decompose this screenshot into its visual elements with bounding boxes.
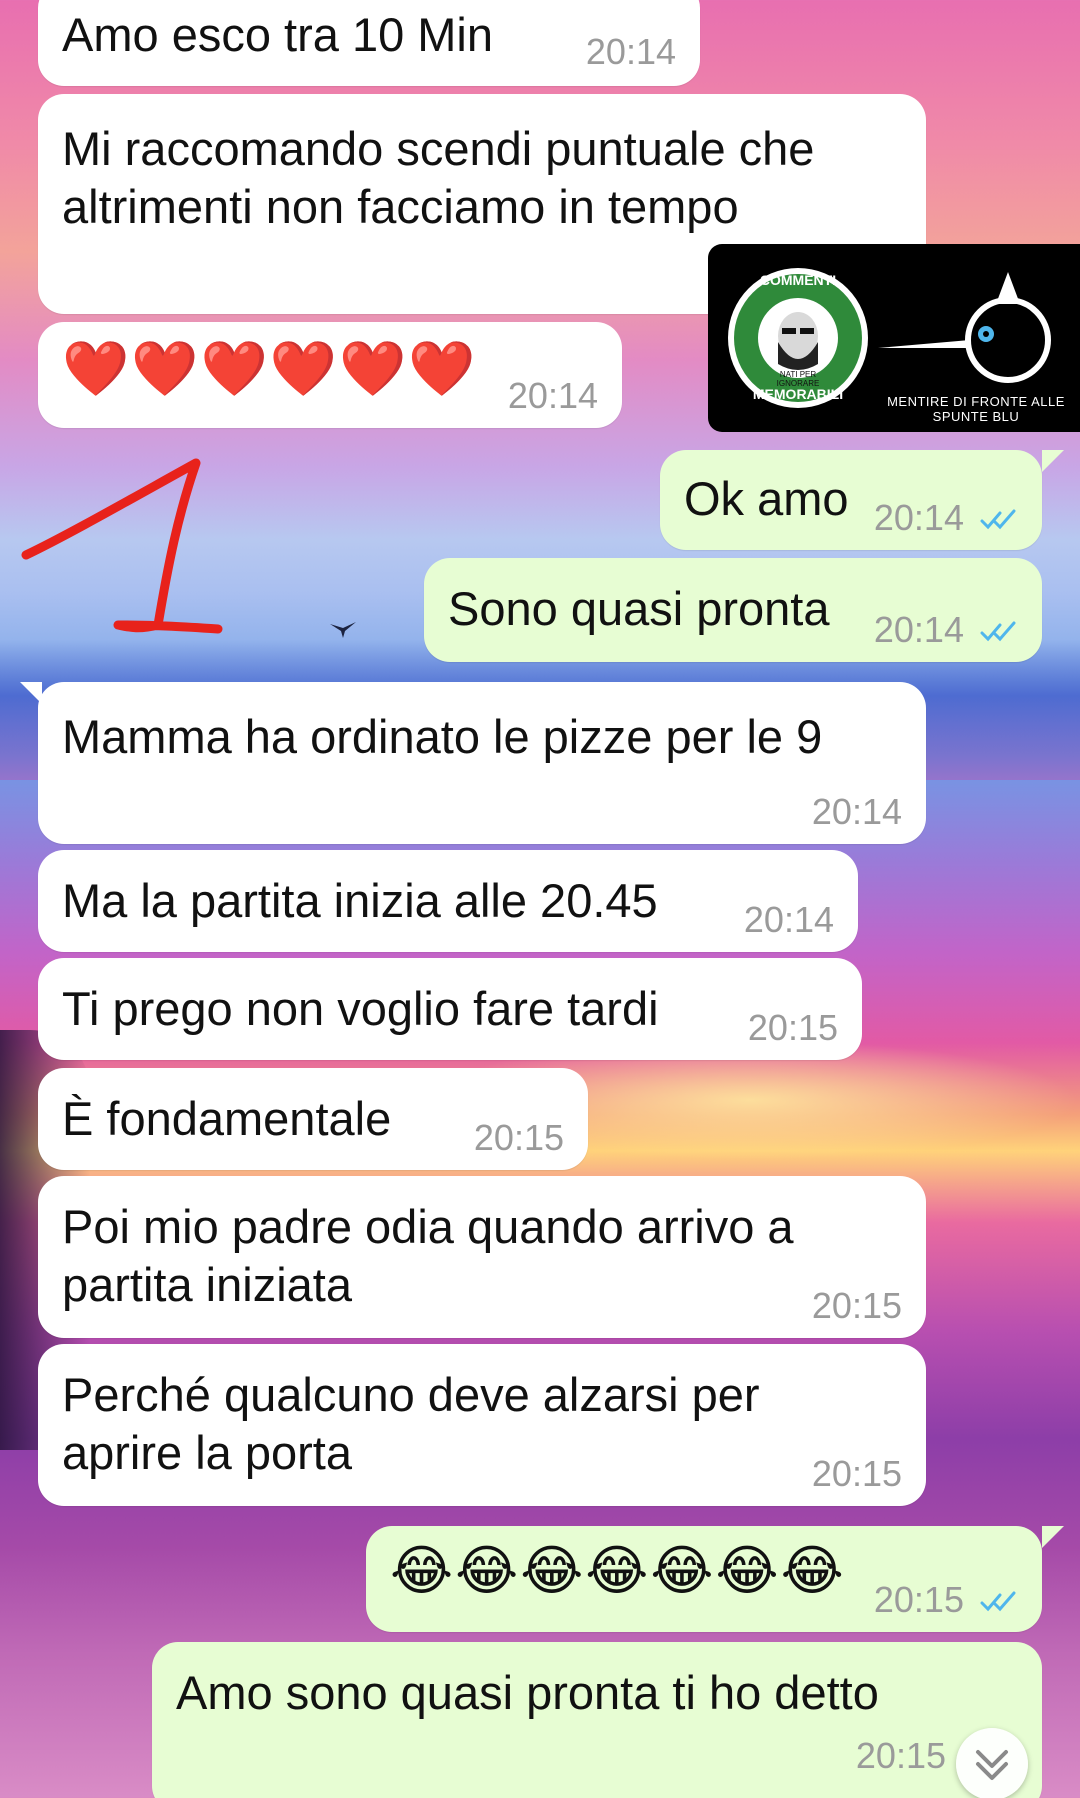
- message-time-status: 20:15: [874, 1580, 1020, 1620]
- message-text-line: partita iniziata: [62, 1258, 352, 1311]
- message-time: 20:14: [585, 31, 676, 72]
- message-text: Ti prego non voglio fare tardi: [62, 982, 659, 1035]
- message-text: Amo esco tra 10 Min: [62, 8, 494, 61]
- message-text-line: Poi mio padre odia quando arrivo a: [62, 1200, 794, 1253]
- message-bubble-outgoing[interactable]: Sono quasi pronta 20:14: [424, 558, 1042, 662]
- chevron-double-down-icon: [976, 1750, 1008, 1780]
- double-check-icon: [980, 621, 1016, 642]
- message-time: 20:15: [473, 1117, 564, 1158]
- message-bubble-incoming[interactable]: Ti prego non voglio fare tardi 20:15: [38, 958, 862, 1060]
- message-text-line: Mi raccomando scendi puntuale che: [62, 122, 815, 175]
- message-bubble-incoming[interactable]: ❤️❤️❤️❤️❤️❤️ 20:14: [38, 322, 622, 428]
- message-time: 20:15: [873, 1579, 964, 1620]
- message-text: Amo sono quasi pronta ti ho detto: [176, 1666, 879, 1719]
- message-time: 20:14: [873, 609, 964, 650]
- message-bubble-incoming[interactable]: Mamma ha ordinato le pizze per le 9 20:1…: [38, 682, 926, 844]
- message-text-line: Perché qualcuno deve alzarsi per: [62, 1368, 760, 1421]
- message-bubble-incoming[interactable]: Poi mio padre odia quando arrivo a parti…: [38, 1176, 926, 1338]
- badge-bottom-text: MEMORABILI: [752, 386, 844, 402]
- message-text: Mamma ha ordinato le pizze per le 9: [62, 710, 823, 763]
- message-bubble-incoming[interactable]: Perché qualcuno deve alzarsi per aprire …: [38, 1344, 926, 1506]
- message-bubble-incoming[interactable]: È fondamentale 20:15: [38, 1068, 588, 1170]
- scroll-to-bottom-button[interactable]: [956, 1728, 1028, 1798]
- bubble-tail: [1042, 1526, 1064, 1548]
- message-text: Ma la partita inizia alle 20.45: [62, 874, 658, 927]
- message-time: 20:14: [873, 497, 964, 538]
- message-bubble-outgoing[interactable]: Amo sono quasi pronta ti ho detto 20:15: [152, 1642, 1042, 1798]
- watermark-logo: COMMENTI MEMORABILI NATI PER IGNORARE ME…: [708, 244, 1080, 432]
- message-bubble-outgoing[interactable]: 😂😂😂😂😂😂😂 20:15: [366, 1526, 1042, 1632]
- bubble-tail: [1042, 450, 1064, 472]
- message-text-line: altrimenti non facciamo in tempo: [62, 180, 739, 233]
- badge-top-text: COMMENTI: [759, 272, 837, 288]
- message-time: 20:14: [811, 791, 902, 832]
- message-time: 20:14: [743, 899, 834, 940]
- message-time: 20:15: [811, 1285, 902, 1326]
- message-time: 20:15: [747, 1007, 838, 1048]
- double-check-icon: [980, 1591, 1016, 1612]
- red-number-one-annotation: [21, 458, 223, 634]
- message-time: 20:14: [507, 375, 598, 416]
- watermark-caption: MENTIRE DI FRONTE ALLE SPUNTE BLU: [887, 394, 1065, 424]
- message-text-line: aprire la porta: [62, 1426, 352, 1479]
- message-time-status: 20:14: [874, 610, 1020, 650]
- message-time-status: 20:14: [874, 498, 1020, 538]
- message-bubble-incoming[interactable]: Amo esco tra 10 Min 20:14: [38, 0, 700, 86]
- double-check-icon: [980, 509, 1016, 530]
- message-time: 20:15: [811, 1453, 902, 1494]
- bird-silhouette: [330, 622, 356, 638]
- message-bubble-outgoing[interactable]: Ok amo 20:14: [660, 450, 1042, 550]
- badge-small-text: NATI PER IGNORARE: [776, 370, 820, 388]
- message-time: 20:15: [855, 1735, 946, 1776]
- message-bubble-incoming[interactable]: Ma la partita inizia alle 20.45 20:14: [38, 850, 858, 952]
